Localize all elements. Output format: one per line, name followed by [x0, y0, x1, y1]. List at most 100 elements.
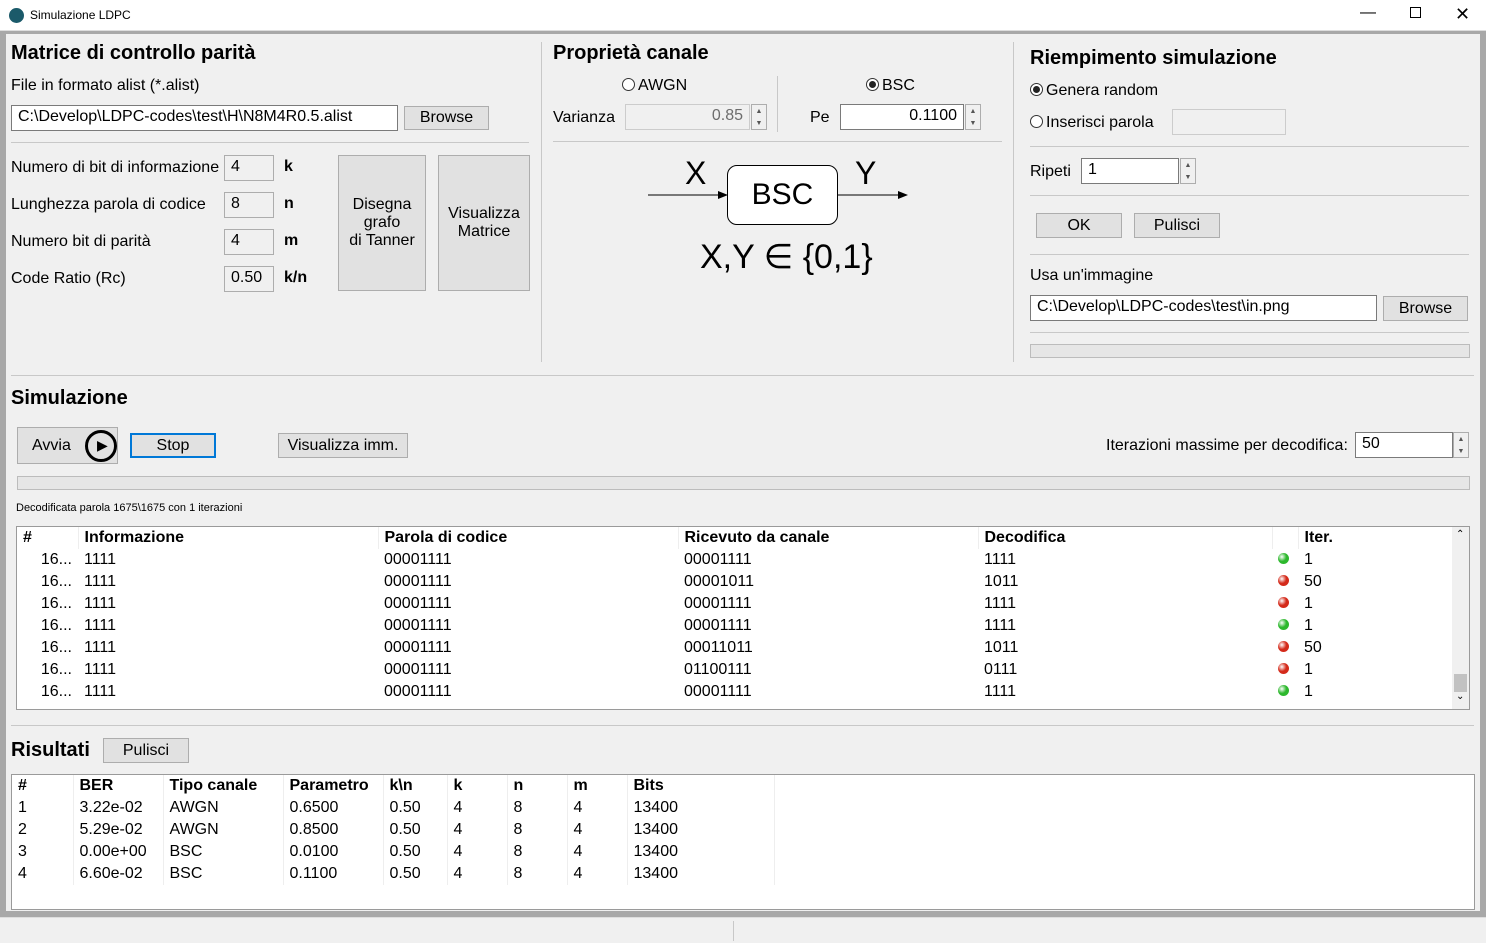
- table-row[interactable]: 4 6.60e-02 BSC 0.1100 0.50 4 8 4 13400: [12, 863, 775, 885]
- file-label: File in formato alist (*.alist): [11, 77, 200, 94]
- row-number: 16...: [40, 639, 72, 656]
- start-button[interactable]: Avvia ▶: [17, 427, 118, 464]
- browse-image-button[interactable]: Browse: [1383, 296, 1468, 321]
- info-cell: 1111: [84, 551, 117, 568]
- result-cell: 4: [567, 863, 628, 885]
- label: grafo: [363, 214, 401, 231]
- result-cell: 0.50: [383, 797, 448, 819]
- max-iter-label: Iterazioni massime per decodifica:: [1106, 437, 1348, 454]
- column-header[interactable]: n: [507, 775, 568, 797]
- image-path-input[interactable]: C:\Develop\LDPC-codes\test\in.png: [1030, 295, 1377, 321]
- table-row[interactable]: 16... 1111 00001111 00011011 1011 50: [17, 637, 1453, 659]
- table-row[interactable]: 16... 1111 00001111 00001111 1111 1: [17, 681, 1453, 703]
- result-cell: 0.00e+00: [73, 841, 164, 863]
- pe-spinner[interactable]: ▲ ▼: [965, 104, 981, 130]
- table-row[interactable]: 3 0.00e+00 BSC 0.0100 0.50 4 8 4 13400: [12, 841, 775, 863]
- stop-button[interactable]: Stop: [130, 433, 216, 458]
- random-radio[interactable]: Genera random: [1030, 82, 1158, 100]
- result-cell: 4: [447, 797, 508, 819]
- bsc-diagram: X Y BSC X,Y ∈ {0,1}: [640, 150, 920, 280]
- result-cell: BSC: [163, 841, 284, 863]
- table-row[interactable]: 16... 1111 00001111 00001111 1111 1: [17, 549, 1453, 571]
- decoding-table: # Informazione Parola di codice Ricevuto da…: [16, 526, 1470, 710]
- row-number: 16...: [40, 573, 72, 590]
- column-header[interactable]: Tipo canale: [163, 775, 284, 797]
- error-status-icon: [1278, 663, 1289, 674]
- bsc-box: BSC: [727, 165, 838, 225]
- close-button[interactable]: ✕: [1455, 4, 1470, 25]
- ok-button[interactable]: OK: [1036, 213, 1122, 238]
- pe-label: Pe: [810, 109, 830, 126]
- awgn-radio[interactable]: AWGN: [622, 77, 687, 95]
- fill-clear-button[interactable]: Pulisci: [1134, 213, 1220, 238]
- table-row[interactable]: 16... 1111 00001111 01100111 0111 1: [17, 659, 1453, 681]
- column-header[interactable]: #: [17, 527, 79, 549]
- repeat-input[interactable]: 1: [1081, 158, 1179, 184]
- column-header[interactable]: Informazione: [78, 527, 379, 549]
- results-clear-button[interactable]: Pulisci: [103, 738, 189, 763]
- codeword-cell: 00001111: [384, 661, 452, 678]
- column-header[interactable]: Iter.: [1298, 527, 1454, 549]
- field-value: 4: [224, 229, 274, 255]
- result-cell: 3.22e-02: [73, 797, 164, 819]
- insert-word-input[interactable]: [1172, 109, 1286, 135]
- result-cell: 4: [567, 841, 628, 863]
- minimize-button[interactable]: —: [1360, 4, 1376, 22]
- alist-path-input[interactable]: C:\Develop\LDPC-codes\test\H\N8M4R0.5.al…: [11, 105, 398, 131]
- browse-alist-button[interactable]: Browse: [404, 106, 489, 130]
- max-iter-spinner[interactable]: ▲ ▼: [1453, 432, 1469, 458]
- maximize-button[interactable]: [1410, 7, 1421, 18]
- column-header[interactable]: m: [567, 775, 628, 797]
- column-header[interactable]: Bits: [627, 775, 775, 797]
- view-image-button[interactable]: Visualizza imm.: [278, 433, 408, 458]
- column-header[interactable]: Parametro: [283, 775, 384, 797]
- error-status-icon: [1278, 641, 1289, 652]
- insert-word-radio[interactable]: Inserisci parola: [1030, 114, 1154, 132]
- received-cell: 00001111: [684, 617, 752, 634]
- codeword-cell: 00001111: [384, 683, 452, 700]
- info-cell: 1111: [84, 617, 117, 634]
- decoded-cell: 1011: [984, 639, 1019, 656]
- success-status-icon: [1278, 553, 1289, 564]
- column-header[interactable]: #: [12, 775, 74, 797]
- column-header[interactable]: BER: [73, 775, 164, 797]
- received-cell: 00001111: [684, 551, 752, 568]
- result-cell: AWGN: [163, 819, 284, 841]
- column-header[interactable]: Ricevuto da canale: [678, 527, 979, 549]
- column-header[interactable]: Decodifica: [978, 527, 1273, 549]
- table-row[interactable]: 16... 1111 00001111 00001111 1111 1: [17, 615, 1453, 637]
- table-row[interactable]: 1 3.22e-02 AWGN 0.6500 0.50 4 8 4 13400: [12, 797, 775, 819]
- decoded-cell: 1011: [984, 573, 1019, 590]
- table-row[interactable]: 2 5.29e-02 AWGN 0.8500 0.50 4 8 4 13400: [12, 819, 775, 841]
- variance-spinner[interactable]: ▲ ▼: [751, 104, 767, 130]
- variance-label: Varianza: [553, 109, 615, 126]
- table-row[interactable]: 16... 1111 00001111 00001011 1011 50: [17, 571, 1453, 593]
- received-cell: 01100111: [684, 661, 752, 678]
- column-header[interactable]: k: [447, 775, 508, 797]
- result-cell: 0.50: [383, 863, 448, 885]
- label: Avvia: [32, 436, 71, 454]
- title-bar: Simulazione LDPC — ✕: [0, 0, 1486, 31]
- label: di Tanner: [349, 232, 415, 249]
- image-label: Usa un'immagine: [1030, 267, 1154, 284]
- column-header[interactable]: k\n: [383, 775, 448, 797]
- draw-tanner-button[interactable]: Disegna grafo di Tanner: [338, 155, 426, 291]
- table-scrollbar[interactable]: ⌃ ⌄: [1452, 527, 1469, 709]
- column-header[interactable]: Parola di codice: [378, 527, 679, 549]
- channel-title: Proprietà canale: [553, 42, 709, 64]
- received-cell: 00001111: [684, 683, 752, 700]
- pe-input[interactable]: 0.1100: [840, 104, 964, 130]
- repeat-spinner[interactable]: ▲ ▼: [1180, 158, 1196, 184]
- codeword-cell: 00001111: [384, 617, 452, 634]
- result-cell: AWGN: [163, 797, 284, 819]
- max-iter-input[interactable]: 50: [1355, 432, 1453, 458]
- label: Visualizza: [448, 205, 520, 222]
- table-row[interactable]: 16... 1111 00001111 00001111 1111 1: [17, 593, 1453, 615]
- row-number: 16...: [40, 551, 72, 568]
- variance-input[interactable]: 0.85: [625, 104, 750, 130]
- view-matrix-button[interactable]: Visualizza Matrice: [438, 155, 530, 291]
- column-header[interactable]: [1272, 527, 1299, 549]
- bsc-radio[interactable]: BSC: [866, 77, 915, 95]
- scrollbar-thumb[interactable]: [1454, 674, 1467, 692]
- field-label: Numero di bit di informazione: [11, 159, 220, 176]
